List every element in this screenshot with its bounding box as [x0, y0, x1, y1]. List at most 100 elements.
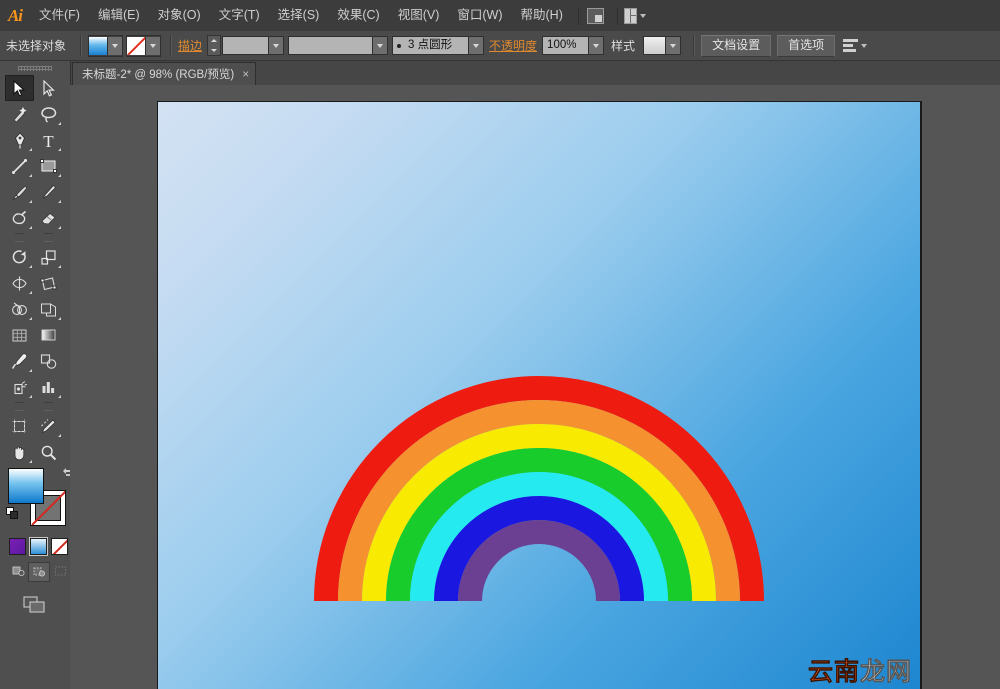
stroke-swatch-group[interactable] [126, 34, 162, 57]
menu-effect[interactable]: 效果(C) [328, 0, 388, 31]
fill-stroke-controls [6, 468, 73, 530]
zoom-tool[interactable] [34, 439, 63, 465]
fill-color-swatch[interactable] [8, 468, 44, 504]
pencil-tool[interactable] [34, 179, 63, 205]
stroke-profile-dropdown[interactable] [372, 37, 388, 54]
width-tool[interactable] [5, 270, 34, 296]
brush-definition-dropdown[interactable] [468, 37, 484, 54]
rainbow-artwork[interactable] [314, 375, 764, 601]
draw-behind-button[interactable] [28, 562, 50, 582]
draw-normal-button[interactable] [8, 562, 28, 580]
tools-divider-2 [15, 402, 24, 411]
chevron-down-icon [670, 43, 677, 48]
chevron-down-icon [593, 43, 600, 48]
tool-expand-corner-icon [58, 395, 61, 398]
type-tool[interactable]: T [34, 127, 63, 153]
stroke-weight-field[interactable] [222, 36, 285, 55]
tool-expand-corner-icon [29, 265, 32, 268]
menu-help[interactable]: 帮助(H) [512, 0, 572, 31]
arrange-documents-icon[interactable] [623, 6, 646, 25]
chevron-down-icon [473, 43, 480, 48]
tool-expand-corner-icon [58, 317, 61, 320]
stroke-weight-dropdown[interactable] [268, 37, 284, 54]
opacity-field[interactable]: 100% [542, 36, 605, 55]
draw-inside-button[interactable] [50, 562, 70, 580]
scale-tool[interactable] [34, 244, 63, 270]
tool-expand-corner-icon [29, 200, 32, 203]
tool-expand-corner-icon [29, 317, 32, 320]
magic-wand-tool[interactable] [5, 101, 34, 127]
line-segment-tool[interactable] [5, 153, 34, 179]
menu-select[interactable]: 选择(S) [269, 0, 329, 31]
fill-swatch-group[interactable] [88, 34, 124, 57]
document-setup-button[interactable]: 文档设置 [701, 34, 772, 57]
tool-expand-corner-icon [29, 148, 32, 151]
hand-tool[interactable] [5, 439, 34, 465]
shape-builder-tool[interactable] [5, 296, 34, 322]
artboard[interactable]: 云南龙网 [158, 102, 920, 689]
style-field[interactable] [643, 36, 682, 55]
illustrator-window: Ai 文件(F) 编辑(E) 对象(O) 文字(T) 选择(S) 效果(C) 视… [0, 0, 1000, 689]
align-icon[interactable] [843, 39, 868, 52]
bridge-icon[interactable] [585, 6, 607, 25]
free-transform-tool[interactable] [34, 270, 63, 296]
brush-dot-icon [397, 43, 402, 48]
menu-view[interactable]: 视图(V) [389, 0, 449, 31]
lasso-tool[interactable] [34, 101, 63, 127]
menu-window[interactable]: 窗口(W) [448, 0, 511, 31]
menu-edit[interactable]: 编辑(E) [89, 0, 149, 31]
stroke-dropdown-button[interactable] [146, 36, 161, 55]
menu-file[interactable]: 文件(F) [30, 0, 89, 31]
eyedropper-tool[interactable] [5, 348, 34, 374]
brush-definition-field[interactable]: 3 点圆形 [392, 36, 485, 55]
fill-swatch[interactable] [89, 36, 109, 55]
tools-panel-grip[interactable] [0, 61, 70, 75]
slice-tool[interactable] [34, 413, 63, 439]
change-screen-mode-button[interactable] [23, 596, 47, 614]
stroke-swatch-none[interactable] [127, 36, 147, 55]
stroke-label[interactable]: 描边 [178, 37, 202, 54]
color-mode-button[interactable] [9, 538, 26, 555]
stroke-weight-stepper[interactable] [207, 35, 222, 56]
close-icon[interactable]: × [242, 68, 249, 80]
mesh-tool[interactable] [5, 322, 34, 348]
perspective-grid-tool[interactable] [34, 296, 63, 322]
blob-brush-tool[interactable] [5, 205, 34, 231]
stroke-profile-field[interactable] [288, 36, 389, 55]
control-bar: 未选择对象 描边 3 点圆形 不透明度 100% 样式 文档设置 首选项 [0, 31, 1000, 61]
menu-object[interactable]: 对象(O) [149, 0, 210, 31]
blend-tool[interactable] [34, 348, 63, 374]
preferences-button[interactable]: 首选项 [777, 34, 836, 57]
paintbrush-tool[interactable] [5, 179, 34, 205]
tool-expand-corner-icon [58, 148, 61, 151]
selection-status: 未选择对象 [6, 39, 67, 53]
none-mode-button[interactable] [51, 538, 68, 555]
chevron-down-icon [861, 43, 868, 48]
eraser-tool[interactable] [34, 205, 63, 231]
chevron-down-icon [112, 43, 119, 48]
chevron-down-icon [150, 43, 157, 48]
gradient-tool[interactable] [34, 322, 63, 348]
fill-dropdown-button[interactable] [108, 36, 123, 55]
rotate-tool[interactable] [5, 244, 34, 270]
symbol-sprayer-tool[interactable] [5, 374, 34, 400]
document-tab-bar: 未标题-2* @ 98% (RGB/预览) × [70, 61, 1000, 86]
chevron-down-icon [377, 43, 384, 48]
opacity-label[interactable]: 不透明度 [489, 37, 537, 54]
watermark-part2: 龙网 [859, 657, 912, 686]
column-graph-tool[interactable] [34, 374, 63, 400]
tool-expand-corner-icon [58, 174, 61, 177]
style-dropdown[interactable] [665, 37, 681, 54]
opacity-dropdown[interactable] [588, 37, 604, 54]
direct-selection-tool[interactable] [34, 75, 63, 101]
selection-tool[interactable] [5, 75, 34, 101]
document-tab[interactable]: 未标题-2* @ 98% (RGB/预览) × [72, 62, 257, 85]
tool-expand-corner-icon [29, 369, 32, 372]
document-work-area[interactable]: 云南龙网 [70, 85, 1000, 689]
gradient-mode-button[interactable] [29, 537, 48, 556]
artboard-tool[interactable] [5, 413, 34, 439]
pen-tool[interactable] [5, 127, 34, 153]
menu-type[interactable]: 文字(T) [210, 0, 269, 31]
default-fill-stroke-icon[interactable] [6, 507, 19, 520]
rectangle-tool[interactable] [34, 153, 63, 179]
